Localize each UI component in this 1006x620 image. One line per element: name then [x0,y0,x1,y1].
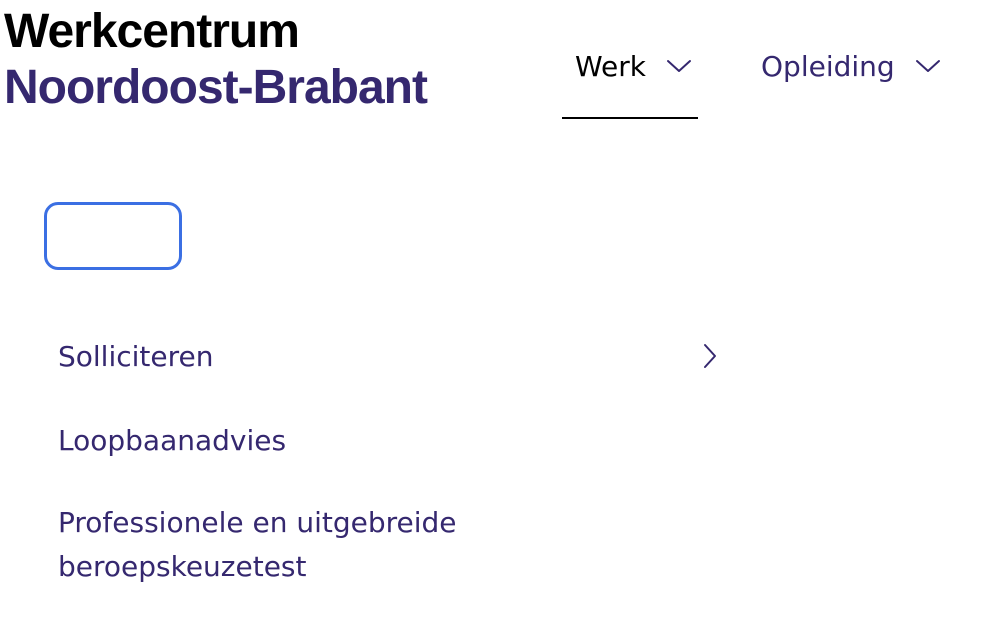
menu-item-solliciteren[interactable]: Solliciteren [58,335,658,379]
logo-line-werkcentrum: Werkcentrum [4,5,300,58]
chevron-down-icon [915,60,940,72]
chevron-right-icon[interactable] [702,343,718,369]
site-logo[interactable]: Werkcentrum Noordoost-Brabant [4,8,534,112]
menu-item-beroepskeuzetest[interactable]: Professionele en uitgebreide beroepskeuz… [58,501,578,589]
nav-item-opleiding[interactable]: Opleiding [761,46,941,86]
logo-line-noordoost-brabant: Noordoost-Brabant [4,61,428,114]
focused-back-button[interactable] [44,202,182,270]
nav-item-werk[interactable]: Werk [575,46,692,86]
nav-item-werk-label: Werk [575,49,646,83]
menu-item-loopbaanadvies[interactable]: Loopbaanadvies [58,419,658,463]
nav-active-underline [562,117,698,119]
chevron-down-icon [667,60,691,72]
nav-item-opleiding-label: Opleiding [761,49,895,83]
